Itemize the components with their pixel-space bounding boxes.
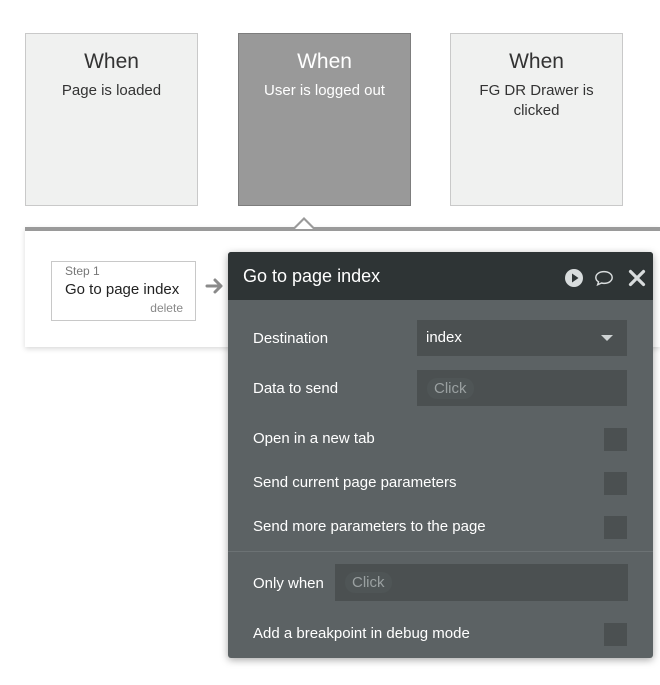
comment-icon[interactable] [594, 268, 614, 288]
breakpoint-checkbox[interactable] [604, 623, 627, 646]
action-property-panel: Go to page index Destination index Data … [228, 252, 653, 658]
open-new-tab-checkbox[interactable] [604, 428, 627, 451]
send-current-params-label: Send current page parameters [253, 474, 457, 491]
panel-divider [228, 551, 653, 552]
step-title: Go to page index [65, 281, 180, 298]
event-when-label: When [297, 50, 352, 73]
event-card-drawer-clicked[interactable]: When FG DR Drawer is clicked [450, 33, 623, 206]
destination-value: index [426, 329, 462, 346]
arrow-right-icon [205, 278, 223, 294]
send-more-params-label: Send more parameters to the page [253, 518, 486, 535]
step-delete-link[interactable]: delete [150, 301, 183, 315]
close-icon[interactable] [627, 268, 647, 288]
data-to-send-field[interactable]: Click [417, 370, 627, 406]
send-more-params-checkbox[interactable] [604, 516, 627, 539]
data-to-send-label: Data to send [253, 380, 339, 397]
chevron-down-icon [601, 335, 613, 341]
data-to-send-click-button[interactable]: Click [427, 378, 474, 399]
event-condition-label: User is logged out [264, 82, 385, 99]
event-when-label: When [509, 50, 564, 73]
step-card[interactable]: Step 1 Go to page index delete [51, 261, 196, 321]
event-when-label: When [84, 50, 139, 73]
event-card-user-logged-out[interactable]: When User is logged out [238, 33, 411, 206]
event-card-page-loaded[interactable]: When Page is loaded [25, 33, 198, 206]
send-current-params-checkbox[interactable] [604, 472, 627, 495]
only-when-click-button[interactable]: Click [345, 572, 392, 593]
panel-title: Go to page index [243, 266, 381, 286]
event-condition-label: Page is loaded [61, 82, 162, 99]
breakpoint-label: Add a breakpoint in debug mode [253, 625, 470, 642]
panel-header: Go to page index [228, 252, 653, 300]
step-number: Step 1 [65, 264, 100, 278]
play-icon[interactable] [564, 268, 584, 288]
destination-dropdown[interactable]: index [417, 320, 627, 356]
only-when-label: Only when [253, 575, 324, 592]
destination-label: Destination [253, 330, 329, 347]
selected-event-pointer-inner [295, 220, 313, 229]
open-new-tab-label: Open in a new tab [253, 430, 375, 447]
only-when-field[interactable]: Click [335, 564, 628, 601]
event-condition-label: FG DR Drawer is clicked [479, 82, 594, 119]
